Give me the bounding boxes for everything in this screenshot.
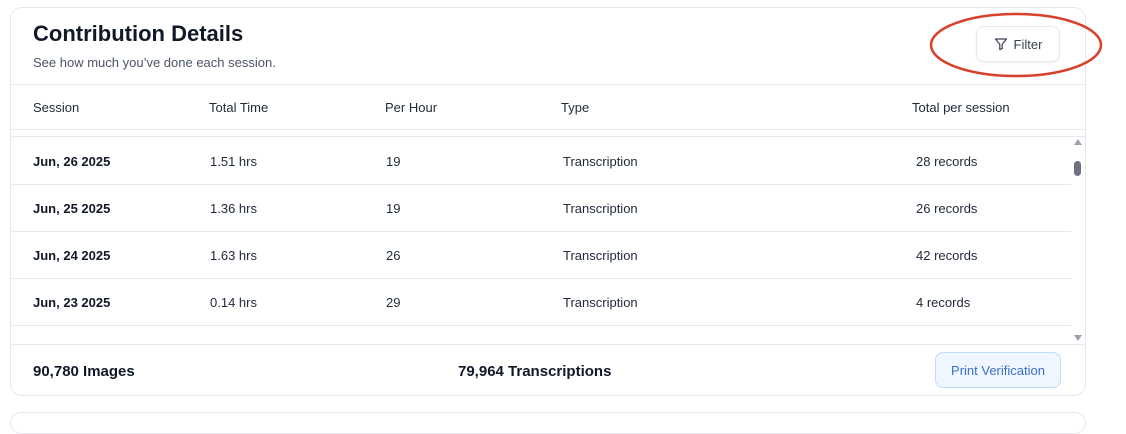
cell-type: Transcription (563, 201, 638, 216)
print-verification-button[interactable]: Print Verification (935, 352, 1061, 388)
filter-button-label: Filter (1013, 36, 1043, 52)
header-per-hour: Per Hour (385, 100, 438, 115)
cell-per-hour: 19 (386, 201, 401, 216)
header-total-time: Total Time (209, 100, 269, 115)
funnel-icon (994, 37, 1008, 51)
table-row[interactable]: Jun, 24 2025 1.63 hrs 26 Transcription 4… (11, 231, 1071, 279)
cell-session: Jun, 24 2025 (33, 248, 111, 263)
cell-total: 4 records (916, 295, 971, 310)
cell-total-time: 1.63 hrs (210, 248, 257, 263)
card-footer: 90,780 Images 79,964 Transcriptions Prin… (11, 344, 1085, 395)
cell-session: Jun, 25 2025 (33, 201, 111, 216)
scroll-down-arrow-icon[interactable] (1074, 335, 1082, 341)
cell-per-hour: 26 (386, 248, 401, 263)
cell-total: 28 records (916, 154, 978, 169)
next-card-edge (10, 412, 1086, 434)
scroll-up-arrow-icon[interactable] (1074, 139, 1082, 145)
cell-session: Jun, 23 2025 (33, 295, 111, 310)
cell-session: Jun, 26 2025 (33, 154, 111, 169)
table-row[interactable]: Jun, 26 2025 1.51 hrs 19 Transcription 2… (11, 137, 1071, 185)
cell-per-hour: 29 (386, 295, 401, 310)
table-body-scroll[interactable]: Jun, 26 2025 1.51 hrs 19 Transcription 2… (11, 136, 1085, 345)
scrollbar-thumb[interactable] (1074, 161, 1081, 176)
table-row[interactable]: Jun, 25 2025 1.36 hrs 19 Transcription 2… (11, 184, 1071, 232)
header-type: Type (561, 100, 590, 115)
cell-type: Transcription (563, 248, 638, 263)
images-total: 90,780 Images (33, 363, 135, 380)
cell-type: Transcription (563, 295, 638, 310)
cell-total-time: 1.51 hrs (210, 154, 257, 169)
table-row[interactable]: Jun, 23 2025 0.14 hrs 29 Transcription 4… (11, 278, 1071, 326)
cell-total-time: 0.14 hrs (210, 295, 257, 310)
filter-button[interactable]: Filter (976, 26, 1060, 62)
card-title: Contribution Details (33, 21, 244, 46)
card-subtitle: See how much you’ve done each session. (33, 55, 276, 70)
cell-total: 42 records (916, 248, 978, 263)
table-header: Session Total Time Per Hour Type Total p… (11, 85, 1085, 130)
card-header: Contribution Details See how much you’ve… (11, 8, 1085, 85)
cell-type: Transcription (563, 154, 638, 169)
table-scrollbar[interactable] (1071, 137, 1085, 345)
cell-per-hour: 19 (386, 154, 401, 169)
header-total-per-session: Total per session (912, 100, 1010, 115)
table-row-partial[interactable] (11, 325, 1071, 345)
cell-total-time: 1.36 hrs (210, 201, 257, 216)
cell-total: 26 records (916, 201, 978, 216)
contribution-details-card: Contribution Details See how much you’ve… (10, 7, 1086, 396)
transcriptions-total: 79,964 Transcriptions (458, 363, 612, 380)
header-session: Session (33, 100, 80, 115)
